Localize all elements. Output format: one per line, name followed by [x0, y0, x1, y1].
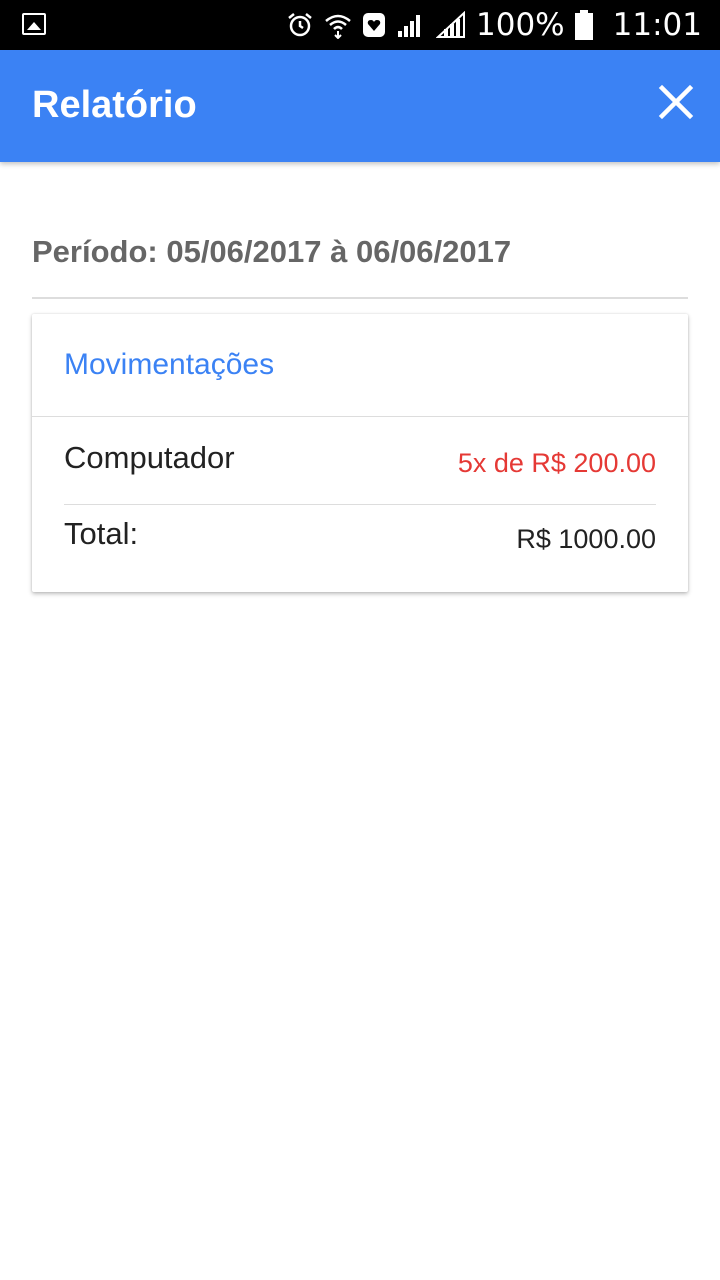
battery-icon	[574, 10, 593, 40]
wifi-icon	[325, 14, 351, 39]
close-button[interactable]	[656, 82, 696, 122]
divider	[32, 416, 688, 417]
total-value: R$ 1000.00	[516, 524, 656, 554]
signal-icon	[398, 15, 421, 37]
card-title: Movimentações	[64, 348, 275, 381]
close-icon	[658, 84, 694, 120]
total-label: Total:	[64, 516, 139, 551]
gallery-notification-icon	[22, 13, 46, 35]
status-icons: 100% 11:01	[286, 0, 702, 50]
clock: 11:01	[612, 7, 702, 43]
divider	[32, 297, 688, 299]
health-icon	[363, 13, 386, 37]
period-label: Período: 05/06/2017 à 06/06/2017	[32, 234, 512, 269]
app-bar: Relatório	[0, 50, 720, 162]
divider	[64, 504, 656, 505]
item-value: 5x de R$ 200.00	[457, 448, 656, 478]
page-title: Relatório	[32, 84, 197, 126]
item-name: Computador	[64, 440, 235, 475]
alarm-icon	[288, 13, 312, 37]
status-bar: 100% 11:01	[0, 0, 720, 50]
battery-percent: 100%	[476, 7, 565, 43]
signal-icon-2	[436, 11, 466, 38]
movements-card: Movimentações Computador 5x de R$ 200.00…	[32, 314, 688, 592]
